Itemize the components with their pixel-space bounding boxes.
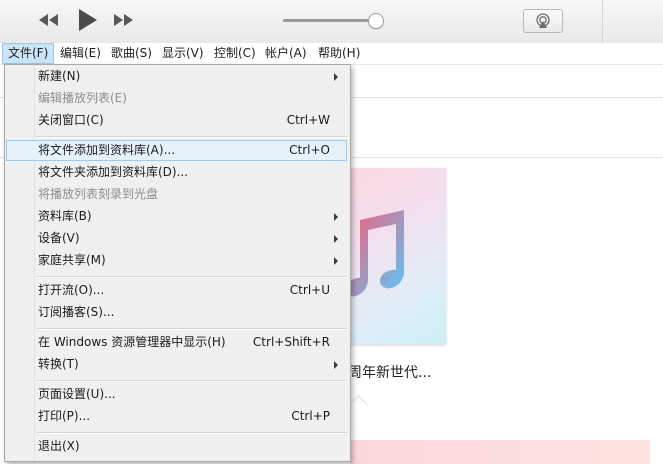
menu-separator [36, 328, 347, 330]
menu-item-label: 设备(V) [38, 231, 80, 245]
player-toolbar [0, 0, 663, 44]
menu-item-exit[interactable]: 退出(X) [6, 436, 347, 457]
rewind-icon[interactable] [37, 12, 59, 28]
menu-item-label: 关闭窗口(C) [38, 113, 104, 127]
play-icon[interactable] [77, 8, 99, 32]
menu-bar: 文件(F) 编辑(E) 歌曲(S) 显示(V) 控制(C) 帐户(A) 帮助(H… [0, 43, 663, 65]
menu-view[interactable]: 显示(V) [157, 43, 209, 64]
menu-item-label: 家庭共享(M) [38, 253, 106, 267]
volume-slider-handle[interactable] [368, 13, 384, 29]
menu-file[interactable]: 文件(F) [2, 43, 55, 64]
airplay-button[interactable] [523, 9, 563, 33]
menu-edit[interactable]: 编辑(E) [55, 43, 106, 64]
menu-item-label: 在 Windows 资源管理器中显示(H) [38, 335, 226, 349]
menu-item-page-setup[interactable]: 页面设置(U)... [6, 384, 347, 405]
menu-account[interactable]: 帐户(A) [260, 43, 312, 64]
menu-item-devices[interactable]: 设备(V) [6, 228, 347, 249]
menu-separator [36, 276, 347, 278]
menu-item-label: 退出(X) [38, 439, 80, 453]
album-title[interactable]: 周年新世代... [348, 362, 431, 382]
toolbar-divider [602, 0, 603, 43]
menu-item-home-sharing[interactable]: 家庭共享(M) [6, 250, 347, 271]
menu-item-label: 将文件添加到资料库(A)... [38, 143, 176, 157]
volume-slider-track[interactable] [283, 19, 377, 22]
menu-separator [36, 432, 347, 434]
album-artwork-partial[interactable] [350, 440, 650, 464]
menu-item-add-folder-to-library[interactable]: 将文件夹添加到资料库(D)... [6, 162, 347, 183]
menu-song[interactable]: 歌曲(S) [106, 43, 157, 64]
submenu-arrow-icon [334, 257, 338, 265]
submenu-arrow-icon [334, 235, 338, 243]
menu-item-close-window[interactable]: 关闭窗口(C) Ctrl+W [6, 110, 347, 131]
menu-item-shortcut: Ctrl+P [291, 409, 330, 423]
menu-item-convert[interactable]: 转换(T) [6, 354, 347, 375]
menu-item-label: 页面设置(U)... [38, 387, 116, 401]
submenu-arrow-icon [334, 361, 338, 369]
menu-item-label: 订阅播客(S)... [38, 305, 115, 319]
menu-item-label: 新建(N) [38, 69, 81, 83]
popover-caret [349, 395, 368, 414]
menu-item-shortcut: Ctrl+O [289, 143, 330, 157]
fast-forward-icon[interactable] [113, 12, 135, 28]
menu-item-shortcut: Ctrl+Shift+R [252, 335, 330, 349]
menu-item-shortcut: Ctrl+W [286, 113, 330, 127]
menu-separator [36, 136, 347, 138]
menu-item-print[interactable]: 打印(P)... Ctrl+P [6, 406, 347, 427]
menu-item-label: 将播放列表刻录到光盘 [38, 187, 159, 201]
submenu-arrow-icon [334, 213, 338, 221]
menu-item-subscribe-podcast[interactable]: 订阅播客(S)... [6, 302, 347, 323]
menu-item-label: 资料库(B) [38, 209, 92, 223]
menu-item-new[interactable]: 新建(N) [6, 66, 347, 87]
menu-item-show-in-explorer[interactable]: 在 Windows 资源管理器中显示(H) Ctrl+Shift+R [6, 332, 347, 353]
menu-item-label: 打印(P)... [38, 409, 91, 423]
menu-item-burn-playlist[interactable]: 将播放列表刻录到光盘 [6, 184, 347, 205]
menu-item-label: 转换(T) [38, 357, 79, 371]
menu-item-label: 打开流(O)... [38, 283, 105, 297]
menu-separator [36, 380, 347, 382]
menu-item-label: 编辑播放列表(E) [38, 91, 127, 105]
menu-help[interactable]: 帮助(H) [313, 43, 365, 64]
menu-item-add-file-to-library[interactable]: 将文件添加到资料库(A)... Ctrl+O [6, 140, 347, 161]
submenu-arrow-icon [334, 73, 338, 81]
menu-item-open-stream[interactable]: 打开流(O)... Ctrl+U [6, 280, 347, 301]
menu-item-label: 将文件夹添加到资料库(D)... [38, 165, 189, 179]
menu-controls[interactable]: 控制(C) [209, 43, 261, 64]
file-menu-dropdown: 新建(N) 编辑播放列表(E) 关闭窗口(C) Ctrl+W 将文件添加到资料库… [4, 64, 351, 462]
menu-item-shortcut: Ctrl+U [289, 283, 330, 297]
menu-item-library[interactable]: 资料库(B) [6, 206, 347, 227]
menu-item-edit-playlist[interactable]: 编辑播放列表(E) [6, 88, 347, 109]
